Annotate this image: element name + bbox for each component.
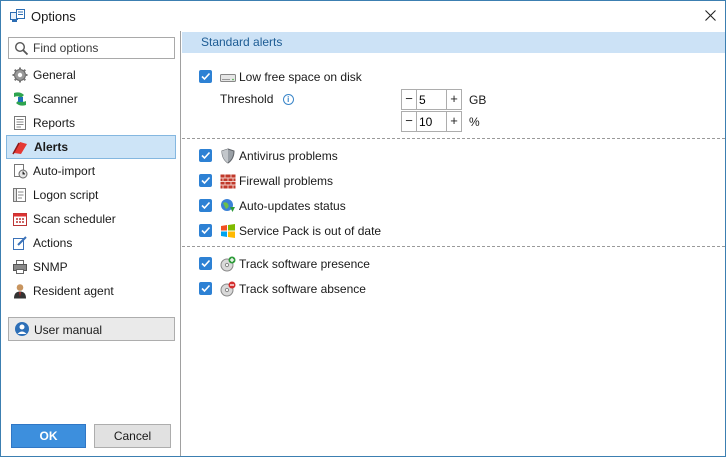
service-pack-label: Service Pack is out of date	[239, 224, 382, 238]
find-options-search	[8, 37, 175, 59]
sidebar-item-label: SNMP	[33, 260, 68, 274]
calendar-icon	[12, 211, 28, 227]
software-absence-label: Track software absence	[239, 282, 366, 296]
user-manual-icon	[14, 321, 30, 337]
app-icon	[10, 9, 25, 23]
antivirus-checkbox[interactable]	[199, 149, 212, 162]
printer-icon	[12, 259, 28, 275]
pct-increment-button[interactable]: +	[446, 112, 461, 131]
low-disk-label: Low free space on disk	[239, 70, 362, 84]
options-window: Options Find options General Scanner Rep…	[0, 0, 726, 457]
sidebar-item-auto-import[interactable]: Auto-import	[6, 159, 176, 183]
low-disk-checkbox[interactable]	[199, 70, 212, 83]
update-globe-icon	[220, 198, 236, 214]
user-manual-label: User manual	[34, 323, 103, 337]
pct-threshold-stepper: − +	[401, 111, 462, 132]
sidebar-item-actions[interactable]: Actions	[6, 231, 176, 255]
software-absence-checkbox[interactable]	[199, 282, 212, 295]
info-icon[interactable]: i	[282, 94, 294, 105]
sidebar-item-label: Alerts	[34, 140, 69, 154]
disc-remove-icon	[220, 281, 236, 297]
sidebar: General Scanner	[1, 31, 181, 456]
sidebar-item-label: General	[33, 68, 76, 82]
windows-logo-icon	[220, 223, 236, 239]
sidebar-item-scan-scheduler[interactable]: Scan scheduler	[6, 207, 176, 231]
edit-action-icon	[12, 235, 28, 251]
sidebar-item-label: Scan scheduler	[33, 212, 116, 226]
software-presence-checkbox[interactable]	[199, 257, 212, 270]
software-presence-label: Track software presence	[239, 257, 370, 271]
alerts-panel: Standard alerts Low free space on disk T…	[182, 31, 725, 456]
sidebar-item-label: Scanner	[33, 92, 78, 106]
agent-person-icon	[12, 283, 28, 299]
threshold-label: Threshold	[220, 92, 274, 106]
window-title: Options	[31, 9, 76, 24]
script-icon	[12, 187, 28, 203]
sidebar-item-reports[interactable]: Reports	[6, 111, 176, 135]
sidebar-item-general[interactable]: General	[6, 63, 176, 87]
firewall-label: Firewall problems	[239, 174, 334, 188]
gb-threshold-input[interactable]	[419, 92, 445, 107]
title-bar: Options	[1, 1, 725, 31]
sidebar-item-snmp[interactable]: SNMP	[6, 255, 176, 279]
shield-icon	[220, 148, 236, 164]
service-pack-checkbox[interactable]	[199, 224, 212, 237]
sidebar-item-label: Reports	[33, 116, 76, 130]
disc-add-icon	[220, 256, 236, 272]
auto-updates-checkbox[interactable]	[199, 199, 212, 212]
firewall-checkbox[interactable]	[199, 174, 212, 187]
sidebar-item-alerts[interactable]: Alerts	[6, 135, 176, 159]
section-divider	[182, 246, 725, 247]
sidebar-item-label: Logon script	[33, 188, 99, 202]
auto-updates-label: Auto-updates status	[239, 199, 346, 213]
sidebar-item-scanner[interactable]: Scanner	[6, 87, 176, 111]
search-icon	[14, 41, 29, 56]
scanner-icon	[12, 91, 28, 107]
sidebar-nav: General Scanner Reports Alerts Auto-impo…	[6, 63, 176, 303]
gb-threshold-stepper: − +	[401, 89, 462, 110]
section-divider	[182, 138, 725, 139]
auto-import-icon	[12, 163, 28, 179]
pct-unit-label: %	[469, 115, 480, 129]
alert-flag-icon	[12, 139, 28, 155]
disk-icon	[220, 69, 236, 85]
report-icon	[12, 115, 28, 131]
sidebar-item-label: Resident agent	[33, 284, 114, 298]
close-button[interactable]	[695, 1, 725, 31]
pct-decrement-button[interactable]: −	[402, 112, 417, 131]
ok-button[interactable]: OK	[11, 424, 86, 448]
close-icon	[704, 10, 716, 22]
gb-unit-label: GB	[469, 93, 487, 107]
sidebar-item-resident-agent[interactable]: Resident agent	[6, 279, 176, 303]
cancel-button[interactable]: Cancel	[94, 424, 171, 448]
gb-decrement-button[interactable]: −	[402, 90, 417, 109]
section-header: Standard alerts	[182, 32, 725, 53]
firewall-icon	[220, 173, 236, 189]
user-manual-button[interactable]: User manual	[8, 317, 175, 341]
sidebar-item-logon-script[interactable]: Logon script	[6, 183, 176, 207]
sidebar-item-label: Actions	[33, 236, 73, 250]
pct-threshold-input[interactable]	[419, 114, 445, 129]
gear-icon	[12, 67, 28, 83]
antivirus-label: Antivirus problems	[239, 149, 338, 163]
gb-increment-button[interactable]: +	[446, 90, 461, 109]
search-input[interactable]	[33, 40, 171, 56]
sidebar-item-label: Auto-import	[33, 164, 96, 178]
threshold-label-row: Threshold i	[220, 92, 294, 106]
